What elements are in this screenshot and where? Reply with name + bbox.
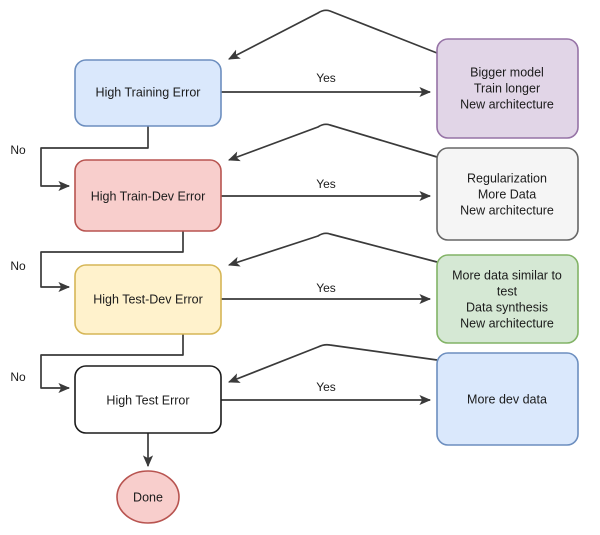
done-terminal-label: Done [133, 490, 163, 504]
bigger-model-action-line-3: New architecture [460, 97, 554, 111]
more-data-similar-action-line-4: New architecture [460, 316, 554, 330]
node-high-train-dev-error[interactable]: High Train-Dev Error [74, 159, 222, 232]
edge-label-no-3: No [10, 370, 26, 384]
action-nodes-layer: Bigger model Train longer New architectu… [436, 38, 579, 446]
edge-label-yes-4: Yes [316, 380, 336, 394]
node-more-data-similar-action[interactable]: More data similar to test Data synthesis… [436, 254, 579, 344]
edge-label-no-2: No [10, 259, 26, 273]
flowchart-canvas: High Training Error High Train-Dev Error… [0, 0, 600, 535]
node-high-test-dev-error[interactable]: High Test-Dev Error [74, 264, 222, 335]
edge-feedback-bigger-model-to-training [228, 9, 438, 60]
node-high-test-error[interactable]: High Test Error [74, 365, 222, 434]
node-high-training-error[interactable]: High Training Error [74, 59, 222, 127]
high-test-dev-error-label: High Test-Dev Error [93, 292, 203, 306]
node-bigger-model-action[interactable]: Bigger model Train longer New architectu… [436, 38, 579, 139]
edge-label-no-1: No [10, 143, 26, 157]
high-train-dev-error-label: High Train-Dev Error [91, 189, 206, 203]
high-test-error-label: High Test Error [106, 393, 189, 407]
edge-feedback-more-data-to-test-dev [227, 232, 438, 267]
more-data-similar-action-line-2: test [497, 284, 518, 298]
high-training-error-label: High Training Error [96, 85, 201, 99]
bigger-model-action-line-1: Bigger model [470, 65, 544, 79]
more-data-similar-action-line-1: More data similar to [452, 268, 562, 282]
edge-label-yes-1: Yes [316, 71, 336, 85]
node-more-dev-data-action[interactable]: More dev data [436, 352, 579, 446]
node-done-terminal[interactable]: Done [116, 470, 180, 524]
regularization-action-line-3: New architecture [460, 203, 554, 217]
edge-label-yes-3: Yes [316, 281, 336, 295]
edge-label-yes-2: Yes [316, 177, 336, 191]
regularization-action-line-1: Regularization [467, 171, 547, 185]
flowchart-svg: High Training Error High Train-Dev Error… [10, 9, 579, 524]
more-dev-data-action-line-1: More dev data [467, 392, 547, 406]
edge-feedback-regularization-to-train-dev [228, 123, 438, 162]
bigger-model-action-line-2: Train longer [474, 81, 540, 95]
decision-nodes-layer: High Training Error High Train-Dev Error… [74, 59, 222, 434]
regularization-action-line-2: More Data [478, 187, 536, 201]
more-data-similar-action-line-3: Data synthesis [466, 300, 548, 314]
edge-feedback-more-dev-data-to-test [228, 343, 438, 383]
node-regularization-action[interactable]: Regularization More Data New architectur… [436, 147, 579, 241]
